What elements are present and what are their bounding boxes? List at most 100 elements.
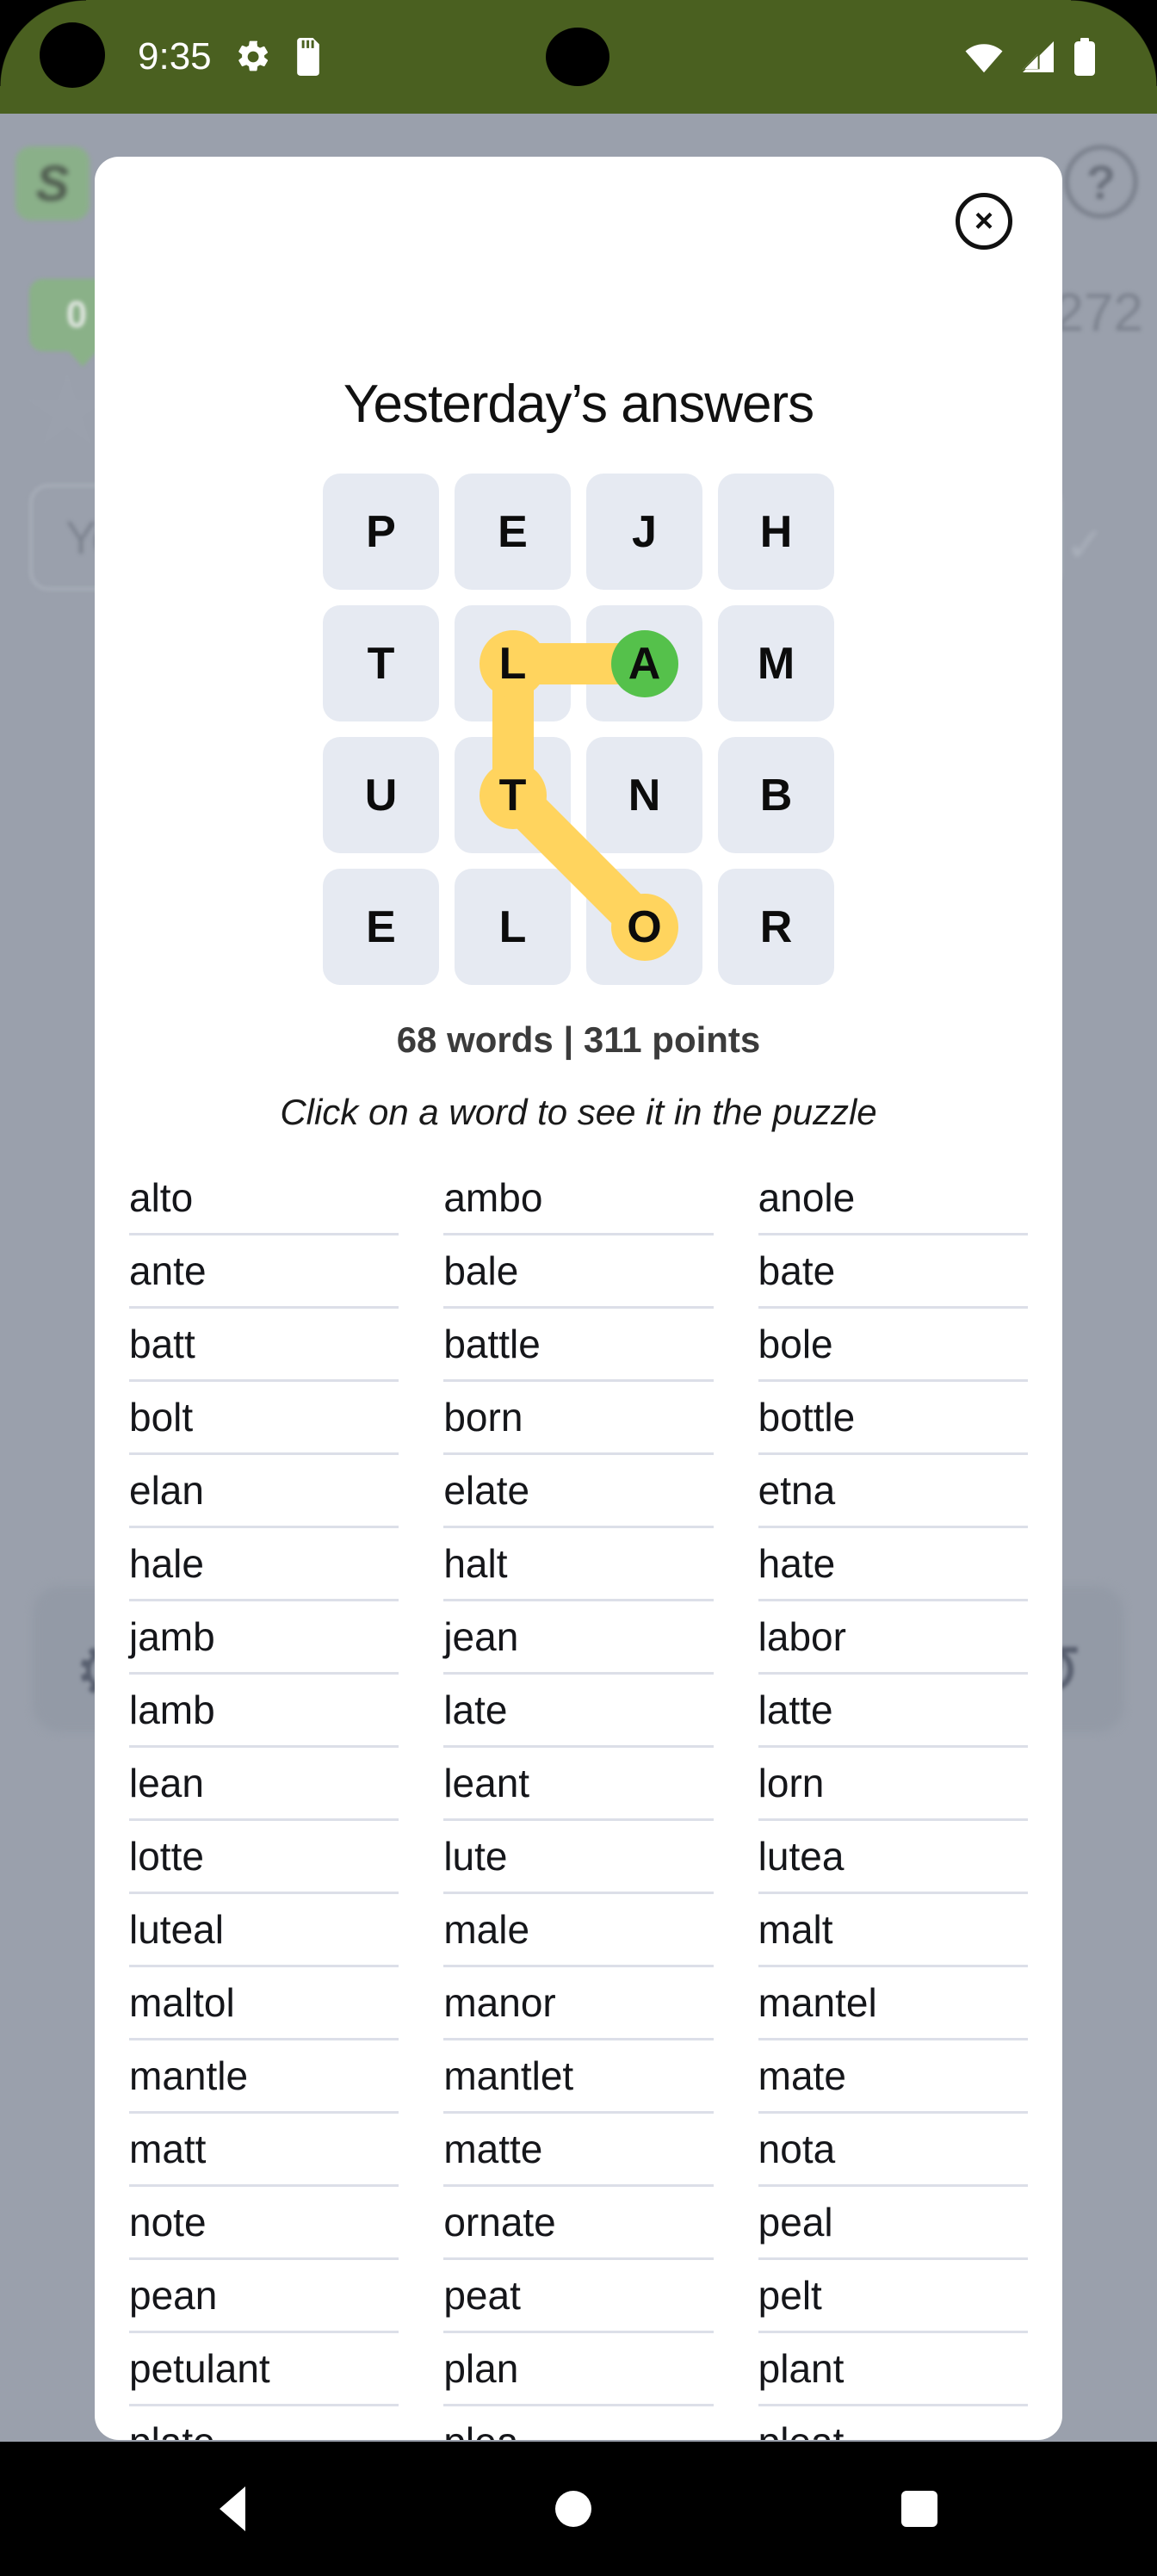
word-item[interactable]: peat xyxy=(443,2260,714,2333)
word-item[interactable]: bolt xyxy=(129,1382,399,1455)
word-item[interactable]: etna xyxy=(758,1455,1028,1528)
word-item[interactable]: jamb xyxy=(129,1601,399,1675)
grid-cell-0-1[interactable]: E xyxy=(455,474,571,590)
word-column-1: ambo bale battle born elate halt jean late leant… xyxy=(443,1162,714,2440)
grid-cell-1-0[interactable]: T xyxy=(323,605,439,721)
grid-cell-2-3[interactable]: B xyxy=(718,737,834,853)
word-column-2: anole bate bole bottle etna hate labor latte lor… xyxy=(758,1162,1028,2440)
grid-cell-0-3[interactable]: H xyxy=(718,474,834,590)
word-item[interactable]: elate xyxy=(443,1455,714,1528)
word-item[interactable]: pean xyxy=(129,2260,399,2333)
word-item[interactable]: note xyxy=(129,2187,399,2260)
word-item[interactable]: latte xyxy=(758,1675,1028,1748)
score-display: 272 xyxy=(1054,283,1143,343)
word-item[interactable]: bale xyxy=(443,1235,714,1309)
word-item[interactable]: halt xyxy=(443,1528,714,1601)
word-item[interactable]: plan xyxy=(443,2333,714,2406)
word-item[interactable]: male xyxy=(443,1894,714,1967)
word-item[interactable]: luteal xyxy=(129,1894,399,1967)
word-item[interactable]: mate xyxy=(758,2040,1028,2114)
camera-punchhole-center xyxy=(546,28,609,86)
grid-cell-0-0[interactable]: P xyxy=(323,474,439,590)
word-item[interactable]: peal xyxy=(758,2187,1028,2260)
close-button[interactable]: × xyxy=(956,193,1012,250)
word-item[interactable]: lean xyxy=(129,1748,399,1821)
word-item[interactable]: jean xyxy=(443,1601,714,1675)
word-item[interactable]: pelt xyxy=(758,2260,1028,2333)
close-icon: × xyxy=(974,203,994,239)
grid-cell-1-2[interactable] xyxy=(586,605,702,721)
puzzle-grid: PEJHTMUNBELRALTO xyxy=(323,474,834,985)
status-bar: 9:35 xyxy=(0,0,1157,114)
word-item[interactable]: labor xyxy=(758,1601,1028,1675)
word-item[interactable]: manor xyxy=(443,1967,714,2040)
word-item[interactable]: lute xyxy=(443,1821,714,1894)
word-item[interactable]: lutea xyxy=(758,1821,1028,1894)
cell-signal-icon xyxy=(1019,40,1057,74)
grid-cell-1-3[interactable]: M xyxy=(718,605,834,721)
word-item[interactable]: late xyxy=(443,1675,714,1748)
word-item[interactable]: ante xyxy=(129,1235,399,1309)
word-item[interactable]: hale xyxy=(129,1528,399,1601)
app-logo-badge: S xyxy=(15,146,90,220)
grid-cell-3-1[interactable]: L xyxy=(455,869,571,985)
puzzle-grid-wrapper: PEJHTMUNBELRALTO xyxy=(95,474,1062,985)
word-item[interactable]: elan xyxy=(129,1455,399,1528)
system-navigation-bar xyxy=(0,2442,1157,2576)
word-item[interactable]: lotte xyxy=(129,1821,399,1894)
word-item[interactable]: bole xyxy=(758,1309,1028,1382)
word-item[interactable]: hate xyxy=(758,1528,1028,1601)
grid-cell-3-3[interactable]: R xyxy=(718,869,834,985)
status-bar-left-icons xyxy=(234,0,325,114)
word-item[interactable]: malt xyxy=(758,1894,1028,1967)
word-item[interactable]: alto xyxy=(129,1162,399,1235)
recents-button[interactable] xyxy=(901,2491,937,2527)
help-icon[interactable]: ? xyxy=(1064,145,1138,219)
home-button[interactable] xyxy=(555,2491,591,2527)
grid-cell-3-2[interactable] xyxy=(586,869,702,985)
grid-cell-1-1[interactable] xyxy=(455,605,571,721)
word-item[interactable]: batt xyxy=(129,1309,399,1382)
word-item[interactable]: lamb xyxy=(129,1675,399,1748)
word-item[interactable]: born xyxy=(443,1382,714,1455)
word-item[interactable]: pleat xyxy=(758,2406,1028,2440)
screen-root: 9:35 S ? 0 272 Yo ✓ × Yesterday’s answer… xyxy=(0,0,1157,2576)
word-item[interactable]: petulant xyxy=(129,2333,399,2406)
word-item[interactable]: ornate xyxy=(443,2187,714,2260)
word-item[interactable]: lorn xyxy=(758,1748,1028,1821)
status-bar-right-icons xyxy=(964,0,1097,114)
word-item[interactable]: bate xyxy=(758,1235,1028,1309)
sdcard-icon xyxy=(291,38,325,76)
word-item[interactable]: plant xyxy=(758,2333,1028,2406)
word-item[interactable]: matte xyxy=(443,2114,714,2187)
grid-cell-2-1[interactable] xyxy=(455,737,571,853)
yesterdays-answers-dialog: × Yesterday’s answers PEJHTMUNBELRALTO 6… xyxy=(95,157,1062,2440)
word-item[interactable]: leant xyxy=(443,1748,714,1821)
word-item[interactable]: nota xyxy=(758,2114,1028,2187)
word-item[interactable]: bottle xyxy=(758,1382,1028,1455)
back-button[interactable] xyxy=(220,2486,245,2531)
word-item[interactable]: plate xyxy=(129,2406,399,2440)
word-item[interactable]: mantlet xyxy=(443,2040,714,2114)
grid-cell-3-0[interactable]: E xyxy=(323,869,439,985)
word-item[interactable]: mantle xyxy=(129,2040,399,2114)
word-item[interactable]: mantel xyxy=(758,1967,1028,2040)
grid-cell-0-2[interactable]: J xyxy=(586,474,702,590)
status-bar-clock: 9:35 xyxy=(138,35,212,77)
dialog-title: Yesterday’s answers xyxy=(343,375,814,434)
word-item[interactable]: matt xyxy=(129,2114,399,2187)
word-item[interactable]: anole xyxy=(758,1162,1028,1235)
submit-check-icon[interactable]: ✓ xyxy=(1065,517,1105,573)
grid-cell-2-0[interactable]: U xyxy=(323,737,439,853)
word-column-0: alto ante batt bolt elan hale jamb lamb lean lott… xyxy=(129,1162,399,2440)
word-item[interactable]: plea xyxy=(443,2406,713,2440)
stats-line: 68 words | 311 points xyxy=(396,1019,761,1060)
battery-icon xyxy=(1073,38,1097,76)
word-item[interactable]: maltol xyxy=(129,1967,399,2040)
grid-cell-2-2[interactable]: N xyxy=(586,737,702,853)
hint-text: Click on a word to see it in the puzzle xyxy=(280,1092,877,1132)
gear-icon xyxy=(234,38,272,76)
word-item[interactable]: battle xyxy=(443,1309,714,1382)
word-item[interactable]: ambo xyxy=(443,1162,714,1235)
wifi-icon xyxy=(964,40,1004,74)
